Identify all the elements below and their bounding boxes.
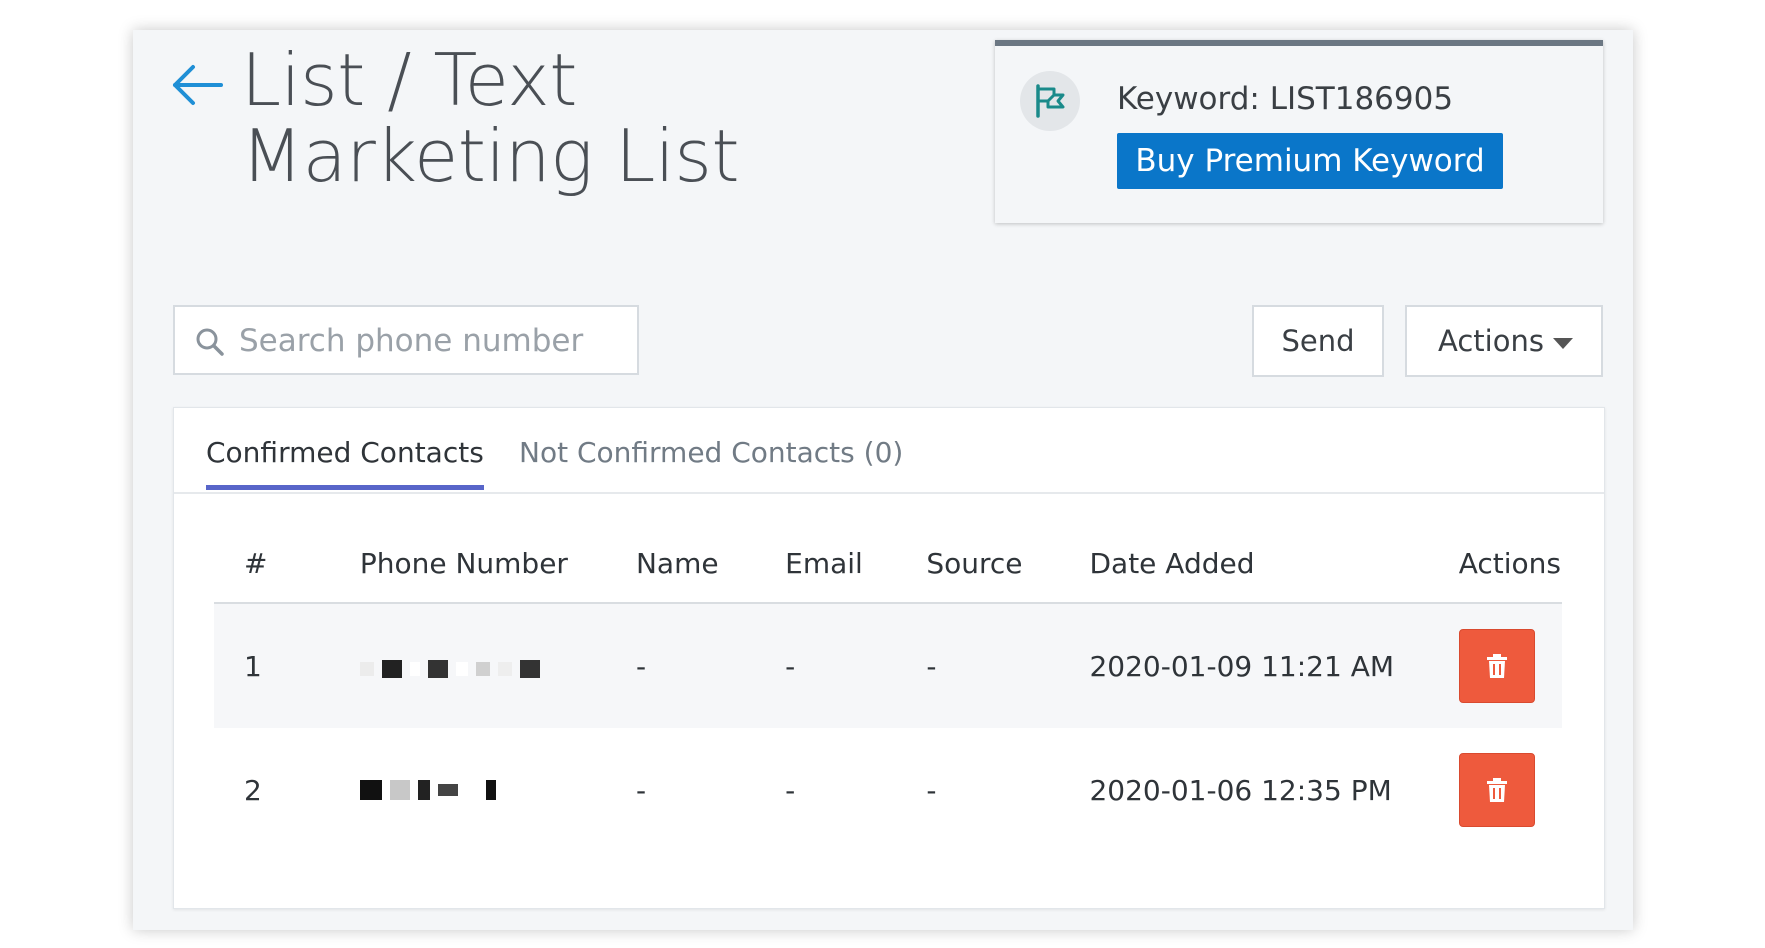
column-header-source[interactable]: Source [925, 524, 1089, 604]
trash-icon [1486, 778, 1507, 802]
keyword-label: Keyword: LIST186905 [1117, 81, 1454, 117]
page-title-line2: Marketing List [241, 114, 740, 198]
page-title-line1: List / Text [241, 38, 578, 122]
row-date-added: 2020-01-06 12:35 PM [1089, 773, 1392, 807]
delete-button[interactable] [1458, 753, 1535, 827]
keyword-card: Keyword: LIST186905 Buy Premium Keyword [995, 40, 1603, 223]
phone-number-redacted [358, 603, 635, 728]
row-name: - [635, 773, 647, 807]
contacts-card: Confirmed Contacts Not Confirmed Contact… [173, 407, 1605, 909]
tab-confirmed-contacts[interactable]: Confirmed Contacts [206, 436, 484, 490]
actions-dropdown-label: Actions [1438, 324, 1544, 358]
page-title: List / Text Marketing List [241, 38, 740, 198]
row-source: - [925, 603, 1089, 728]
actions-dropdown-button[interactable]: Actions [1405, 305, 1603, 377]
row-email: - [785, 773, 796, 807]
phone-number-redacted [359, 728, 635, 852]
table-row: 2 - - - 2020-01-06 12:35 PM [214, 728, 1562, 852]
row-source: - [926, 773, 937, 807]
column-header-name[interactable]: Name [634, 524, 785, 604]
table-row: 1 - - - 2020-01-09 11:21 AM [214, 603, 1562, 728]
trash-icon [1486, 654, 1507, 678]
flag-icon [1020, 71, 1080, 131]
row-date-added: 2020-01-09 11:21 AM [1088, 603, 1458, 728]
row-actions [1458, 728, 1562, 852]
tab-not-confirmed-contacts[interactable]: Not Confirmed Contacts (0) [519, 436, 903, 485]
row-number: 2 [244, 773, 262, 807]
buy-premium-keyword-button[interactable]: Buy Premium Keyword [1117, 133, 1503, 189]
back-arrow-icon[interactable] [171, 60, 226, 110]
row-actions [1457, 603, 1562, 728]
contacts-table: # Phone Number Name Email Source Date Ad… [214, 524, 1562, 852]
column-header-date-added[interactable]: Date Added [1088, 524, 1458, 604]
send-button[interactable]: Send [1252, 305, 1384, 377]
row-name: - [634, 603, 785, 728]
column-header-actions: Actions [1457, 524, 1562, 604]
search-input[interactable] [237, 307, 631, 375]
search-icon [196, 328, 224, 356]
delete-button[interactable] [1458, 629, 1535, 703]
list-panel: List / Text Marketing List Keyword: LIST… [133, 30, 1633, 930]
tab-bar: Confirmed Contacts Not Confirmed Contact… [174, 408, 1604, 494]
column-header-number[interactable]: # [214, 524, 359, 604]
column-header-phone[interactable]: Phone Number [358, 524, 635, 604]
row-email: - [784, 603, 926, 728]
column-header-email[interactable]: Email [784, 524, 926, 604]
chevron-down-icon [1553, 338, 1573, 349]
row-number: 1 [214, 603, 359, 728]
search-box [173, 305, 639, 375]
table-header-row: # Phone Number Name Email Source Date Ad… [214, 524, 1562, 604]
